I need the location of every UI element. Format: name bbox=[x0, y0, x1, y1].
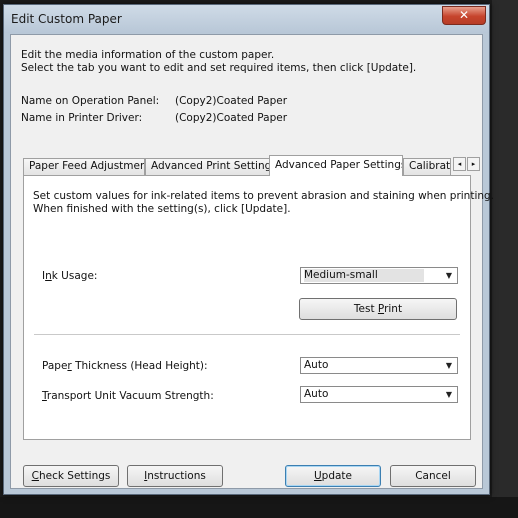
paper-thickness-select[interactable]: Auto ▼ bbox=[300, 357, 458, 374]
tab-advanced-print-settings[interactable]: Advanced Print Settings bbox=[145, 158, 270, 175]
tab-scroll-left-button[interactable]: ◂ bbox=[453, 157, 466, 171]
paper-thickness-label: Paper Thickness (Head Height): bbox=[42, 360, 208, 372]
vacuum-strength-label: Transport Unit Vacuum Strength: bbox=[42, 390, 214, 402]
chevron-down-icon: ▼ bbox=[445, 361, 453, 370]
panel-description-2: When finished with the setting(s), click… bbox=[33, 203, 291, 215]
tab-paper-feed-adjustment[interactable]: Paper Feed Adjustment bbox=[23, 158, 145, 175]
chevron-down-icon: ▼ bbox=[445, 271, 453, 280]
ink-usage-value: Medium-small bbox=[304, 269, 424, 282]
close-icon: ✕ bbox=[458, 8, 470, 22]
chevron-left-icon: ◂ bbox=[457, 160, 462, 168]
chevron-right-icon: ▸ bbox=[471, 160, 476, 168]
printer-driver-name-value: (Copy2)Coated Paper bbox=[175, 112, 288, 124]
update-button[interactable]: Update bbox=[285, 465, 381, 487]
vacuum-strength-value: Auto bbox=[304, 388, 329, 400]
window-title: Edit Custom Paper bbox=[11, 12, 122, 26]
printer-driver-name-label: Name in Printer Driver: bbox=[21, 112, 143, 124]
operation-panel-name-value: (Copy2)Coated Paper bbox=[175, 95, 288, 107]
chevron-down-icon: ▼ bbox=[445, 390, 453, 399]
test-print-button[interactable]: Test Print bbox=[299, 298, 457, 320]
intro-line-1: Edit the media information of the custom… bbox=[21, 49, 275, 61]
close-button[interactable]: ✕ bbox=[442, 6, 486, 25]
advanced-paper-settings-panel: Set custom values for ink-related items … bbox=[23, 175, 494, 440]
ink-usage-label: Ink Usage: bbox=[42, 270, 98, 282]
tab-advanced-paper-settings[interactable]: Advanced Paper Settings bbox=[269, 155, 403, 176]
vacuum-strength-select[interactable]: Auto ▼ bbox=[300, 386, 458, 403]
section-divider bbox=[34, 334, 460, 336]
title-bar[interactable]: Edit Custom Paper ✕ bbox=[4, 5, 489, 33]
background-bottom bbox=[0, 497, 518, 518]
tab-calibration[interactable]: Calibrat bbox=[403, 158, 451, 175]
intro-line-2: Select the tab you want to edit and set … bbox=[21, 62, 417, 74]
paper-thickness-value: Auto bbox=[304, 359, 329, 371]
edit-custom-paper-dialog: Edit Custom Paper ✕ Edit the media infor… bbox=[3, 4, 494, 495]
tab-scroll-right-button[interactable]: ▸ bbox=[467, 157, 480, 171]
operation-panel-name-label: Name on Operation Panel: bbox=[21, 95, 160, 107]
panel-description-1: Set custom values for ink-related items … bbox=[33, 190, 495, 202]
cancel-button[interactable]: Cancel bbox=[390, 465, 476, 487]
dialog-body: Edit the media information of the custom… bbox=[10, 34, 494, 489]
background-right bbox=[492, 0, 518, 518]
check-settings-button[interactable]: Check Settings bbox=[23, 465, 119, 487]
ink-usage-select[interactable]: Medium-small ▼ bbox=[300, 267, 458, 284]
instructions-button[interactable]: Instructions bbox=[127, 465, 223, 487]
